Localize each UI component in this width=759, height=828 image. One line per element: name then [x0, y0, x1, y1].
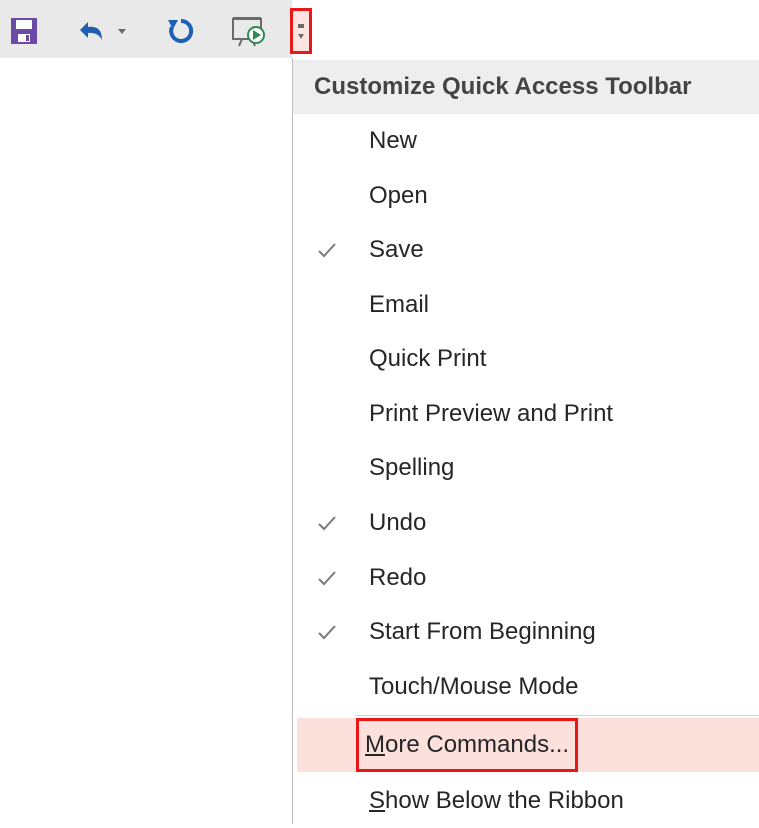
label-rest: ore Commands...: [385, 731, 570, 758]
menu-item-spelling[interactable]: Spelling: [297, 441, 759, 495]
mnemonic-char: S: [369, 787, 386, 814]
menu-item-label: Print Preview and Print: [369, 400, 614, 427]
menu-item-start-from-beginning[interactable]: Start From Beginning: [297, 605, 759, 659]
customize-qat-button[interactable]: [290, 8, 312, 54]
menu-item-label: Quick Print: [369, 345, 487, 372]
more-commands-item[interactable]: More Commands...: [297, 718, 759, 772]
customize-bar-icon: [298, 24, 304, 28]
menu-item-label: Spelling: [369, 454, 455, 481]
menu-item-label: Touch/Mouse Mode: [369, 673, 579, 700]
checkmark-icon: [318, 516, 336, 531]
menu-item-label: New: [369, 127, 418, 154]
menu-item-undo[interactable]: Undo: [297, 496, 759, 550]
redo-icon[interactable]: [164, 10, 198, 50]
menu-item-label: Email: [369, 291, 430, 318]
checkmark-icon: [318, 625, 336, 640]
label-rest: how Below the Ribbon: [385, 787, 624, 814]
chevron-down-icon[interactable]: [116, 10, 128, 50]
customize-dropdown-icon: [298, 34, 304, 39]
menu-item-quick-print[interactable]: Quick Print: [297, 332, 759, 386]
customize-qat-menu: Customize Quick Access Toolbar New Open …: [292, 58, 759, 824]
save-icon[interactable]: [8, 10, 40, 50]
menu-separator: [355, 715, 759, 716]
menu-item-label: Start From Beginning: [369, 618, 596, 645]
show-below-ribbon-item[interactable]: Show Below the Ribbon: [297, 774, 759, 828]
more-commands-label: More Commands...: [355, 718, 579, 772]
menu-item-email[interactable]: Email: [297, 278, 759, 332]
menu-item-redo[interactable]: Redo: [297, 551, 759, 605]
menu-item-label: Open: [369, 182, 428, 209]
mnemonic-char: M: [365, 731, 385, 758]
menu-item-open[interactable]: Open: [297, 169, 759, 223]
menu-item-label: Redo: [369, 564, 427, 591]
undo-icon[interactable]: [74, 10, 108, 50]
menu-item-touch-mouse-mode[interactable]: Touch/Mouse Mode: [297, 660, 759, 714]
presentation-play-icon[interactable]: [230, 10, 270, 50]
menu-header: Customize Quick Access Toolbar: [293, 60, 759, 114]
menu-item-label: Undo: [369, 509, 427, 536]
menu-item-new[interactable]: New: [297, 114, 759, 168]
checkmark-icon: [318, 243, 336, 258]
menu-item-save[interactable]: Save: [297, 223, 759, 277]
quick-access-toolbar: [0, 0, 292, 58]
checkmark-icon: [318, 571, 336, 586]
menu-item-label: Save: [369, 236, 424, 263]
show-below-ribbon-label: Show Below the Ribbon: [369, 774, 624, 828]
menu-item-print-preview[interactable]: Print Preview and Print: [297, 387, 759, 441]
